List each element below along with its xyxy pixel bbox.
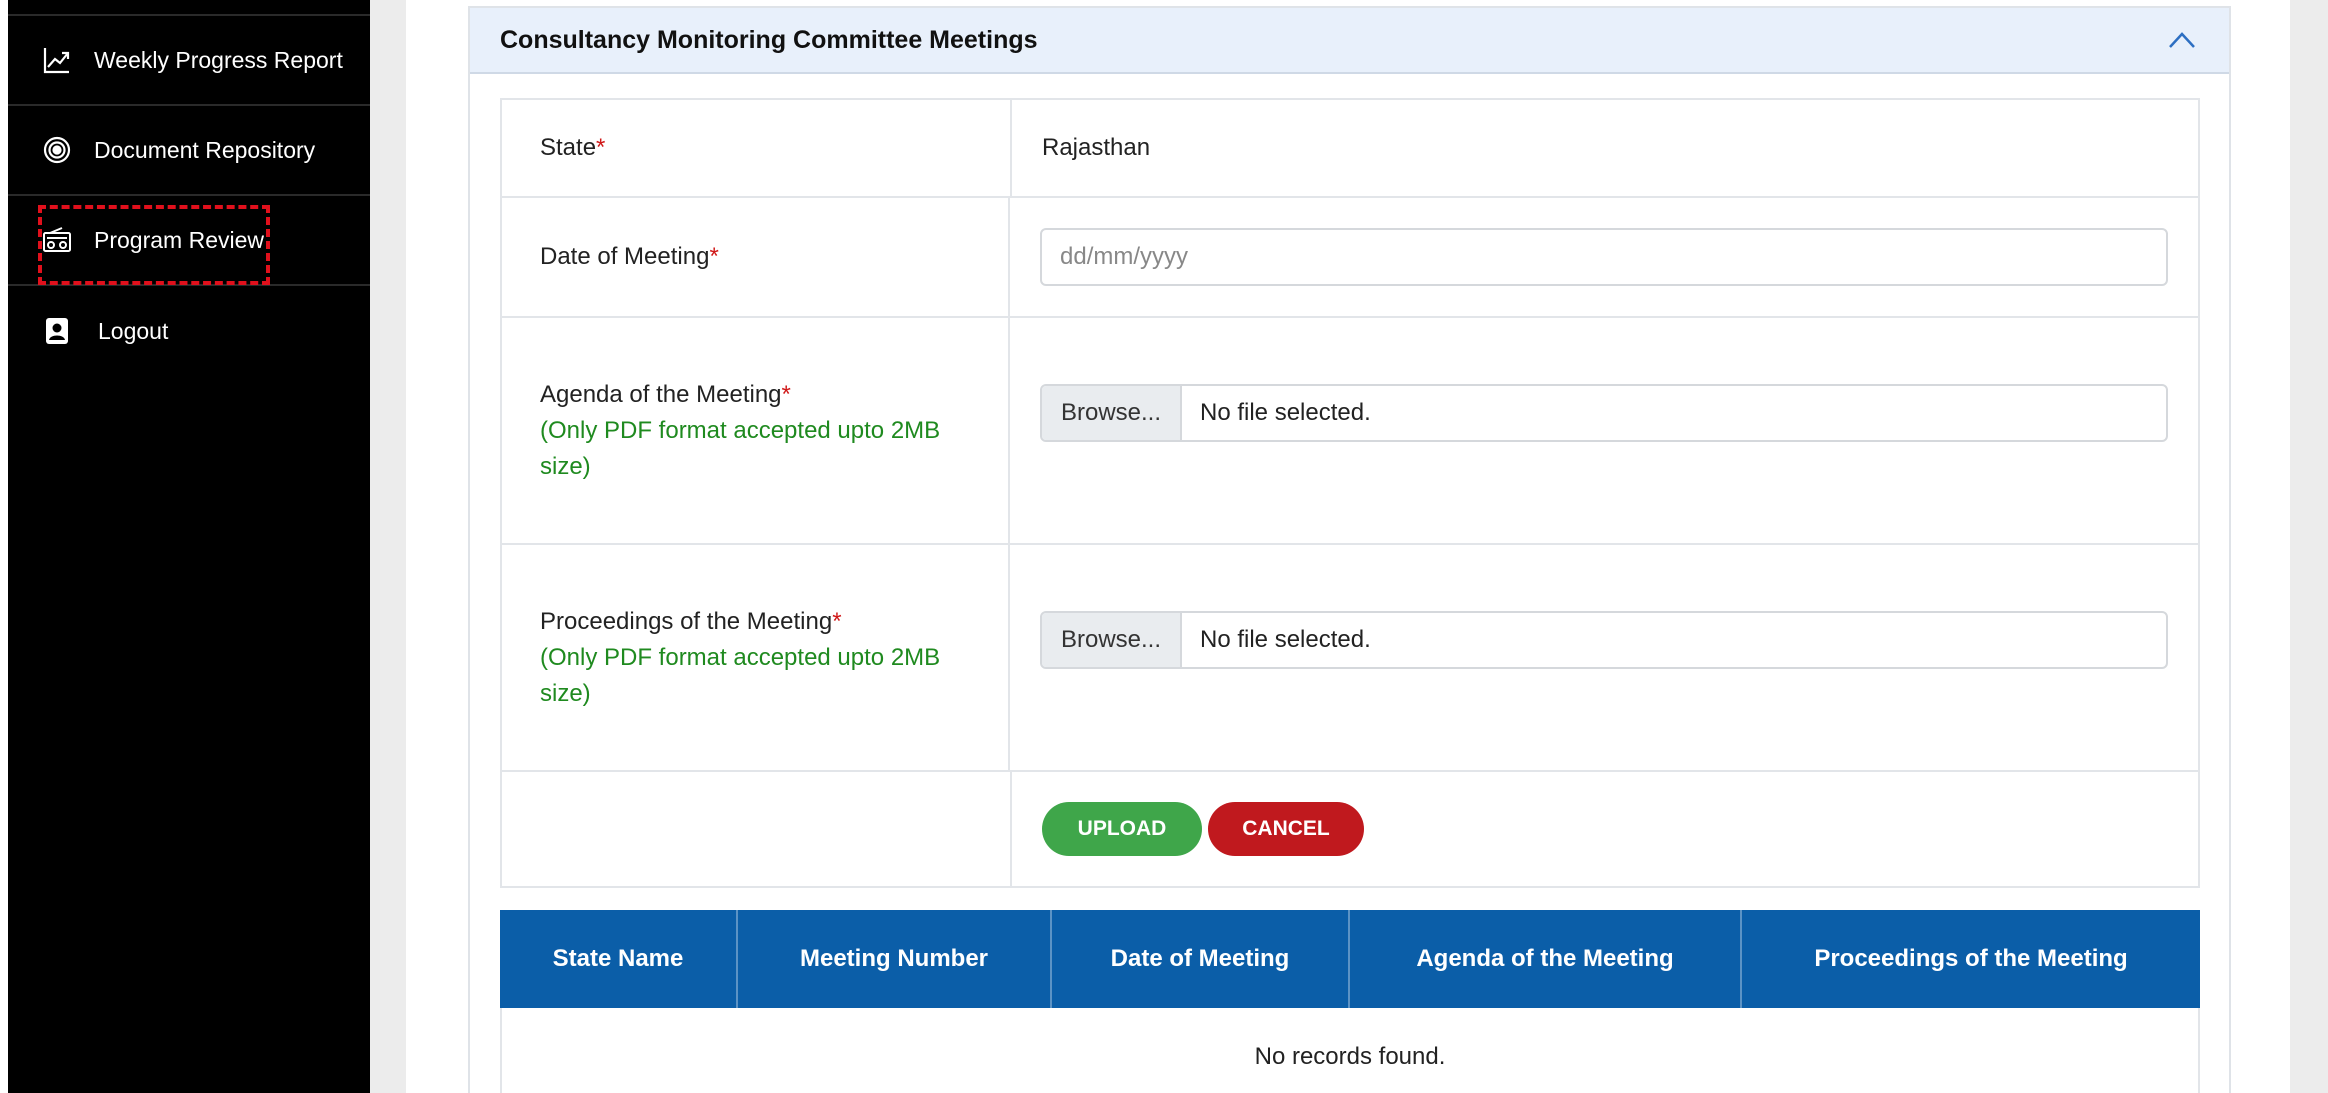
upload-button[interactable]: UPLOAD xyxy=(1042,802,1202,856)
form-row-state: State* Rajasthan xyxy=(502,100,2198,198)
records-table: State Name Meeting Number Date of Meetin… xyxy=(500,910,2200,1093)
empty-records-message: No records found. xyxy=(500,1008,2200,1093)
form-row-actions: UPLOAD CANCEL xyxy=(502,772,2198,886)
sidebar-item-label: Program Review xyxy=(94,226,264,253)
required-mark: * xyxy=(709,243,719,270)
date-of-meeting-input[interactable]: dd/mm/yyyy xyxy=(1040,228,2168,286)
state-label: State* xyxy=(502,100,1012,196)
chevron-up-icon[interactable] xyxy=(2165,23,2199,57)
proceedings-hint: (Only PDF format accepted upto 2MB xyxy=(540,643,941,671)
sidebar-item-program-review[interactable]: Program Review xyxy=(8,196,370,286)
column-header[interactable]: Meeting Number xyxy=(738,910,1052,1008)
column-header[interactable]: Proceedings of the Meeting xyxy=(1742,910,2200,1008)
chart-trend-icon xyxy=(42,45,72,75)
meetings-card: Consultancy Monitoring Committee Meeting… xyxy=(468,6,2231,1093)
sidebar-item-document-repository[interactable]: Document Repository xyxy=(8,106,370,196)
page-gutter-right xyxy=(2290,0,2328,1093)
state-value: Rajasthan xyxy=(1042,134,1151,161)
meeting-form: State* Rajasthan Date of Meeting* dd/mm/… xyxy=(500,98,2200,888)
agenda-browse-button[interactable]: Browse... xyxy=(1042,386,1182,440)
required-mark: * xyxy=(596,134,606,161)
target-icon xyxy=(42,135,72,165)
sidebar-item-logout[interactable]: Logout xyxy=(8,286,370,376)
proceedings-hint-cont: size) xyxy=(540,679,591,707)
agenda-label: Agenda of the Meeting* (Only PDF format … xyxy=(502,318,1010,543)
column-header[interactable]: Date of Meeting xyxy=(1052,910,1350,1008)
sidebar-item-weekly-progress-report[interactable]: Weekly Progress Report xyxy=(8,16,370,106)
column-header[interactable]: Agenda of the Meeting xyxy=(1350,910,1742,1008)
sidebar-item-label: Weekly Progress Report xyxy=(94,46,343,73)
required-mark: * xyxy=(832,607,842,635)
agenda-file-input[interactable]: Browse... No file selected. xyxy=(1040,384,2168,442)
required-mark: * xyxy=(781,380,791,408)
sidebar-item-label: Logout xyxy=(98,317,169,344)
form-row-date: Date of Meeting* dd/mm/yyyy xyxy=(502,198,2198,318)
proceedings-label: Proceedings of the Meeting* (Only PDF fo… xyxy=(502,545,1010,770)
page-gutter-left xyxy=(370,0,406,1093)
card-title: Consultancy Monitoring Committee Meeting… xyxy=(500,25,1038,54)
date-label: Date of Meeting* xyxy=(502,198,1010,316)
agenda-file-status: No file selected. xyxy=(1200,399,1371,426)
sidebar: Weekly Progress Report Document Reposito… xyxy=(8,0,370,1093)
user-badge-icon xyxy=(42,316,72,346)
card-header[interactable]: Consultancy Monitoring Committee Meeting… xyxy=(470,8,2229,74)
form-row-agenda: Agenda of the Meeting* (Only PDF format … xyxy=(502,318,2198,545)
records-header-row: State Name Meeting Number Date of Meetin… xyxy=(500,910,2200,1008)
proceedings-file-input[interactable]: Browse... No file selected. xyxy=(1040,611,2168,669)
radio-icon xyxy=(42,225,72,255)
column-header[interactable]: State Name xyxy=(500,910,738,1008)
proceedings-file-status: No file selected. xyxy=(1200,626,1371,653)
sidebar-item-label: Document Repository xyxy=(94,136,316,163)
cancel-button[interactable]: CANCEL xyxy=(1208,802,1364,856)
form-row-proceedings: Proceedings of the Meeting* (Only PDF fo… xyxy=(502,545,2198,772)
proceedings-browse-button[interactable]: Browse... xyxy=(1042,613,1182,667)
agenda-hint-cont: size) xyxy=(540,452,591,480)
agenda-hint: (Only PDF format accepted upto 2MB xyxy=(540,416,941,444)
